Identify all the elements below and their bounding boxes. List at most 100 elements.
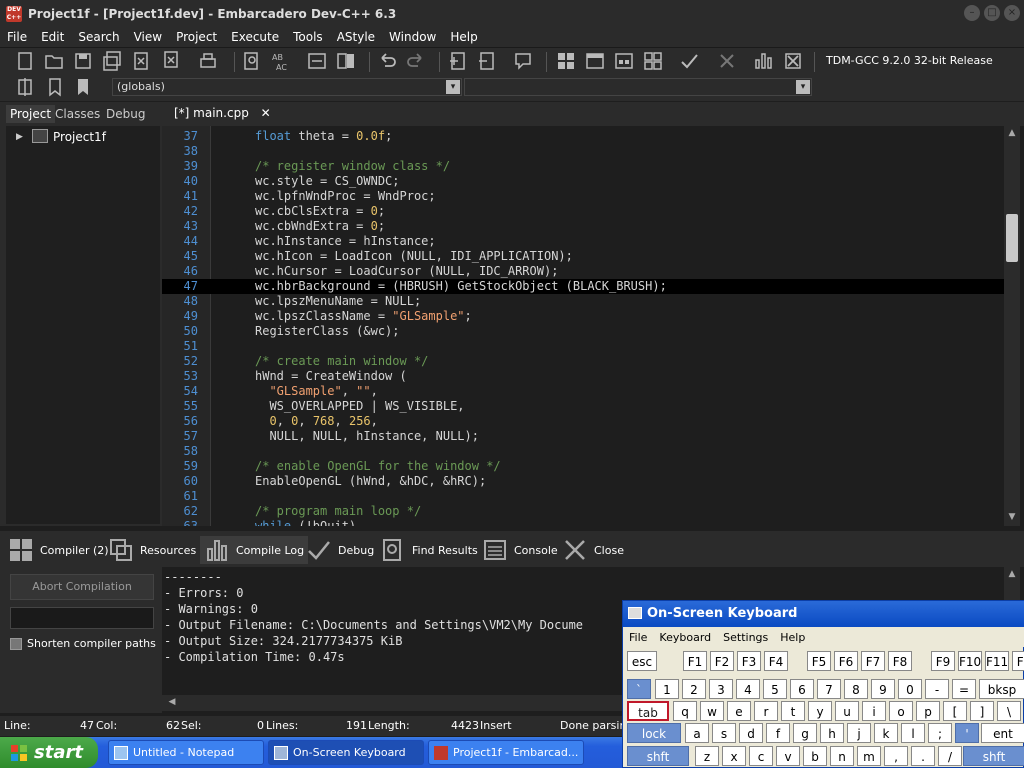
code-line[interactable]: 49 wc.lpszClassName = "GLSample";	[162, 309, 1004, 324]
key-char[interactable]: \	[997, 701, 1021, 721]
task-notepad[interactable]: Untitled - Notepad	[108, 740, 264, 765]
maximize-button[interactable]: □	[984, 5, 1000, 21]
key-char[interactable]: 4	[736, 679, 760, 699]
key-char[interactable]: 9	[871, 679, 895, 699]
code-line[interactable]: 56 0, 0, 768, 256,	[162, 414, 1004, 429]
code-line[interactable]: 58	[162, 444, 1004, 459]
key-char[interactable]: t	[781, 701, 805, 721]
menu-project[interactable]: Project	[169, 30, 224, 44]
scroll-up-icon[interactable]: ▲	[1006, 569, 1018, 581]
key-char[interactable]: ;	[928, 723, 952, 743]
code-line[interactable]: 38	[162, 144, 1004, 159]
save-icon[interactable]	[72, 50, 96, 74]
title-bar[interactable]: DEV C++ Project1f - [Project1f.dev] - Em…	[0, 0, 1024, 27]
key-char[interactable]: c	[749, 746, 773, 766]
goto-bookmark-icon[interactable]	[72, 76, 96, 100]
key-char[interactable]: 2	[682, 679, 706, 699]
code-line[interactable]: 59 /* enable OpenGL for the window */	[162, 459, 1004, 474]
osk-menu-settings[interactable]: Settings	[717, 631, 774, 644]
tab-close[interactable]: Close	[558, 536, 628, 564]
chevron-down-icon[interactable]: ▾	[446, 80, 460, 94]
menu-astyle[interactable]: AStyle	[330, 30, 382, 44]
key-char[interactable]: h	[820, 723, 844, 743]
indent-icon[interactable]	[306, 50, 330, 74]
editor-scrollbar[interactable]: ▲ ▼	[1004, 126, 1020, 526]
key-char[interactable]: l	[901, 723, 925, 743]
key-f5[interactable]: F5	[807, 651, 831, 671]
key-char[interactable]: x	[722, 746, 746, 766]
key-f1[interactable]: F1	[1012, 651, 1024, 671]
key-char[interactable]: 5	[763, 679, 787, 699]
tab-debug-bottom[interactable]: Debug	[302, 536, 378, 564]
menu-window[interactable]: Window	[382, 30, 443, 44]
tab-console[interactable]: Console	[478, 536, 562, 564]
new-project-icon[interactable]	[447, 50, 471, 74]
code-line[interactable]: 39 /* register window class */	[162, 159, 1004, 174]
key-char[interactable]: b	[803, 746, 827, 766]
key-char[interactable]: j	[847, 723, 871, 743]
code-line[interactable]: 44 wc.hInstance = hInstance;	[162, 234, 1004, 249]
remove-project-icon[interactable]	[476, 50, 500, 74]
key-tab[interactable]: tab	[627, 701, 669, 721]
key-char[interactable]: o	[889, 701, 913, 721]
shorten-paths-checkbox[interactable]: Shorten compiler paths	[10, 637, 156, 650]
tab-classes[interactable]: Classes	[51, 105, 104, 123]
key-f8[interactable]: F8	[888, 651, 912, 671]
key-f1[interactable]: F1	[683, 651, 707, 671]
scroll-down-icon[interactable]: ▼	[1006, 512, 1018, 524]
key-char[interactable]: '	[955, 723, 979, 743]
code-line[interactable]: 40 wc.style = CS_OWNDC;	[162, 174, 1004, 189]
key-char[interactable]: w	[700, 701, 724, 721]
tab-project[interactable]: Project	[6, 105, 56, 123]
tab-resources[interactable]: Resources	[104, 536, 200, 564]
code-line[interactable]: 63 while (!bQuit)	[162, 519, 1004, 526]
run-icon[interactable]	[584, 50, 608, 74]
key-char[interactable]: [	[943, 701, 967, 721]
compile-icon[interactable]	[555, 50, 579, 74]
scroll-up-icon[interactable]: ▲	[1006, 128, 1018, 140]
menu-file[interactable]: File	[0, 30, 34, 44]
key-char[interactable]: p	[916, 701, 940, 721]
code-line[interactable]: 53 hWnd = CreateWindow (	[162, 369, 1004, 384]
code-line[interactable]: 46 wc.hCursor = LoadCursor (NULL, IDC_ARR…	[162, 264, 1004, 279]
tab-compile-log[interactable]: Compile Log	[200, 536, 309, 564]
menu-tools[interactable]: Tools	[286, 30, 330, 44]
replace-icon[interactable]: AB AC	[270, 50, 294, 74]
key-char[interactable]: 1	[655, 679, 679, 699]
profile-icon[interactable]	[752, 50, 776, 74]
key-f11[interactable]: F11	[985, 651, 1009, 671]
key-f4[interactable]: F4	[764, 651, 788, 671]
key-ent[interactable]: ent	[981, 723, 1024, 743]
compile-run-icon[interactable]	[613, 50, 637, 74]
function-combo[interactable]: ▾	[464, 78, 812, 96]
new-file-icon[interactable]	[14, 50, 38, 74]
key-char[interactable]: =	[952, 679, 976, 699]
menu-search[interactable]: Search	[71, 30, 126, 44]
key-char[interactable]: 0	[898, 679, 922, 699]
key-f3[interactable]: F3	[737, 651, 761, 671]
key-char[interactable]: d	[739, 723, 763, 743]
key-shft[interactable]: shft	[627, 746, 689, 766]
key-char[interactable]: 6	[790, 679, 814, 699]
rebuild-all-icon[interactable]	[642, 50, 666, 74]
redo-icon[interactable]	[405, 50, 429, 74]
key-char[interactable]: n	[830, 746, 854, 766]
minimize-button[interactable]: –	[964, 5, 980, 21]
key-char[interactable]: ]	[970, 701, 994, 721]
code-line[interactable]: 48 wc.lpszMenuName = NULL;	[162, 294, 1004, 309]
code-line[interactable]: 47 wc.hbrBackground = (HBRUSH) GetStockOb…	[162, 279, 1004, 294]
key-char[interactable]: i	[862, 701, 886, 721]
code-line[interactable]: 37 float theta = 0.0f;	[162, 129, 1004, 144]
syntax-check-icon[interactable]	[678, 50, 702, 74]
tab-debug[interactable]: Debug	[102, 105, 149, 123]
close-button[interactable]: ×	[1004, 5, 1020, 21]
key-char[interactable]: a	[685, 723, 709, 743]
key-char[interactable]: `	[627, 679, 651, 699]
key-shft[interactable]: shft	[963, 746, 1024, 766]
key-char[interactable]: q	[673, 701, 697, 721]
key-char[interactable]: g	[793, 723, 817, 743]
editor-tab-main[interactable]: [*] main.cpp ✕	[168, 102, 277, 126]
key-char[interactable]: m	[857, 746, 881, 766]
task-osk[interactable]: On-Screen Keyboard	[268, 740, 424, 765]
menu-help[interactable]: Help	[443, 30, 484, 44]
